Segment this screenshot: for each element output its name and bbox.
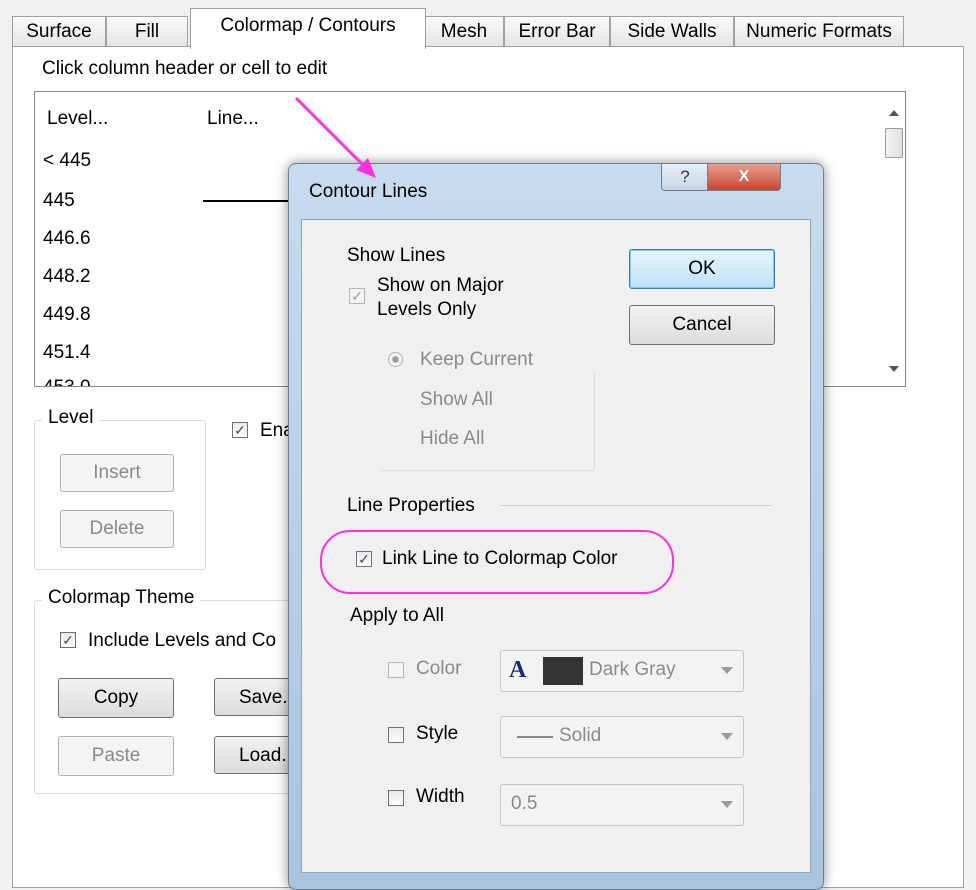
tab-label: Error Bar [518,21,596,42]
color-checkbox[interactable] [388,662,404,678]
table-scrollbar[interactable] [883,92,905,386]
include-levels-label: Include Levels and Co [88,630,277,651]
include-levels-checkbox[interactable]: ✓ [60,632,76,648]
insert-button[interactable]: Insert [60,454,174,492]
scroll-up-icon[interactable] [889,110,899,116]
tab-bar: Surface Fill Colormap / Contours Mesh Er… [12,8,962,49]
ok-button[interactable]: OK [629,249,775,289]
width-label: Width [416,786,465,807]
table-row[interactable]: < 445 [43,150,91,172]
table-row[interactable]: 449.8 [43,304,91,326]
show-all-label[interactable]: Show All [420,389,493,411]
tab-label: Numeric Formats [746,21,892,42]
tab-label: Side Walls [627,21,717,42]
color-swatch [543,657,583,685]
width-value: 0.5 [511,793,538,814]
show-lines-title: Show Lines [347,245,446,266]
table-row[interactable]: 448.2 [43,266,91,288]
line-style-icon [517,736,553,738]
scroll-down-icon[interactable] [889,366,899,372]
tab-colormap-contours[interactable]: Colormap / Contours [190,8,426,49]
line-sample [203,200,293,202]
keep-current-radio[interactable] [388,352,403,367]
line-properties-title: Line Properties [347,495,475,516]
show-options-group [380,370,595,471]
show-major-checkbox[interactable]: ✓ [349,288,365,304]
divider [500,505,772,506]
tab-side-walls[interactable]: Side Walls [610,16,734,47]
font-color-icon: A [509,657,527,683]
tab-label: Colormap / Contours [220,15,396,36]
link-line-checkbox[interactable]: ✓ [356,551,372,567]
instruction-text: Click column header or cell to edit [42,58,328,79]
copy-button[interactable]: Copy [58,678,174,718]
paste-button[interactable]: Paste [58,736,174,776]
show-major-line2: Levels Only [377,299,477,320]
dialog-body: Show Lines ✓ Show on Major Levels Only K… [301,219,811,873]
tab-mesh[interactable]: Mesh [424,16,504,47]
column-header-line[interactable]: Line... [207,108,259,130]
column-header-level[interactable]: Level... [47,108,108,130]
style-dropdown[interactable]: Solid [500,716,744,758]
close-icon: X [738,168,750,185]
enable-checkbox[interactable]: ✓ [232,422,248,438]
chevron-down-icon [721,801,733,808]
link-line-label: Link Line to Colormap Color [382,548,618,569]
table-row[interactable]: 453.0 [43,377,91,386]
style-value: Solid [559,725,602,746]
tab-label: Surface [26,21,92,42]
help-icon: ? [680,167,690,186]
tab-fill[interactable]: Fill [106,16,188,47]
chevron-down-icon [721,667,733,674]
annotation-arrow [294,96,376,178]
tab-surface[interactable]: Surface [12,16,106,47]
color-value: Dark Gray [589,659,676,680]
width-checkbox[interactable] [388,790,404,806]
table-row[interactable]: 445 [43,190,75,212]
style-checkbox[interactable] [388,727,404,743]
scroll-thumb[interactable] [885,128,903,158]
chevron-down-icon [721,733,733,740]
contour-lines-dialog: Contour Lines ? X Show Lines ✓ Show on M… [288,163,824,890]
cancel-button[interactable]: Cancel [629,305,775,345]
close-button[interactable]: X [707,164,781,191]
table-row[interactable]: 446.6 [43,228,91,250]
help-button[interactable]: ? [661,164,709,191]
colormap-theme-title: Colormap Theme [42,587,201,609]
tab-numeric-formats[interactable]: Numeric Formats [734,16,904,47]
width-dropdown[interactable]: 0.5 [500,784,744,826]
keep-current-label: Keep Current [420,349,534,370]
hide-all-label[interactable]: Hide All [420,428,484,450]
table-row[interactable]: 451.4 [43,342,91,364]
tab-label: Mesh [440,21,488,42]
color-label: Color [416,658,462,679]
style-label: Style [416,723,459,744]
tab-error-bar[interactable]: Error Bar [504,16,610,47]
level-group-title: Level [42,407,100,429]
tab-label: Fill [134,21,160,42]
color-dropdown[interactable]: A Dark Gray [500,650,744,692]
show-major-label: Show on Major Levels Only [377,274,504,322]
delete-button[interactable]: Delete [60,510,174,548]
show-major-line1: Show on Major [377,275,504,296]
